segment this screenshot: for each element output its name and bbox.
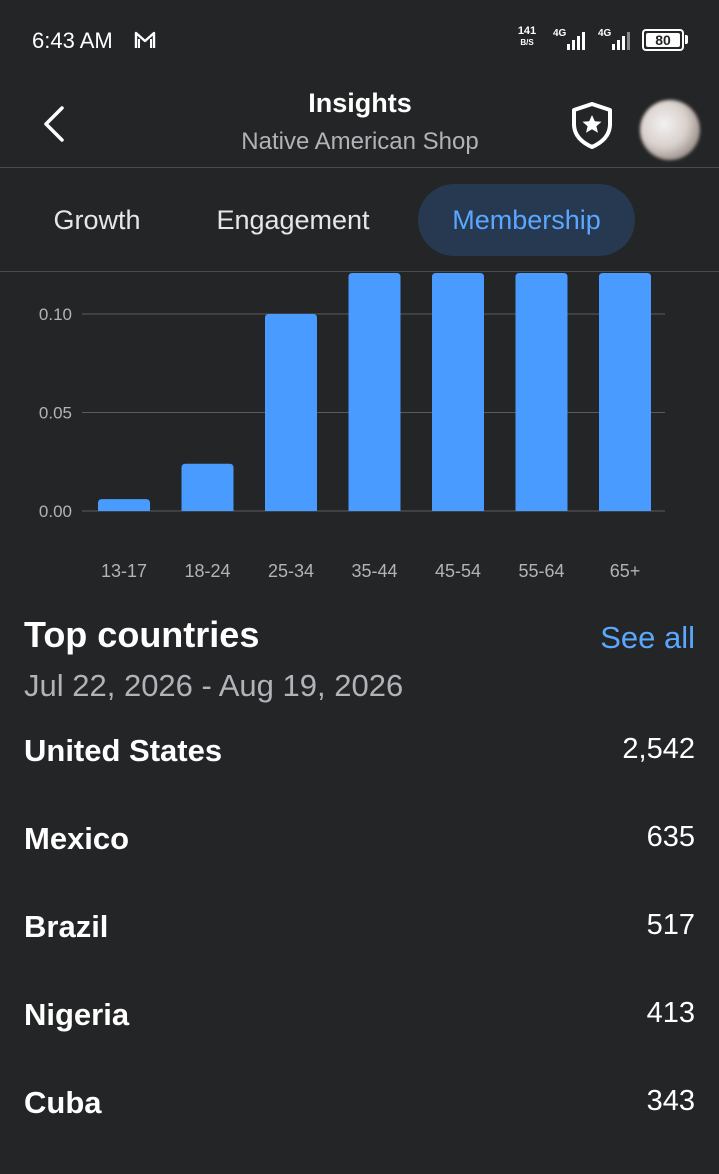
country-name: United States	[24, 733, 223, 768]
country-name: Brazil	[24, 909, 109, 944]
x-tick-label: 55-64	[518, 561, 564, 581]
network-speed-value: 141	[517, 25, 537, 37]
y-tick-label: 0.10	[39, 305, 72, 324]
x-tick-label: 45-54	[435, 561, 481, 581]
tab-membership[interactable]: Membership	[418, 184, 635, 256]
signal-icon: 4G	[553, 28, 589, 50]
status-bar: 6:43 AM 141 B/S 4G 4G 80	[0, 0, 719, 80]
signal-icon: 4G	[598, 28, 634, 50]
age-chart: 0.00 0.05 0.10 13-17 18-24 25-34 35-44 45-54 55-…	[0, 273, 719, 593]
country-value: 2,542	[622, 733, 695, 765]
country-value: 517	[646, 909, 695, 941]
battery-tip	[685, 35, 688, 44]
chart-bar	[98, 499, 150, 511]
back-icon[interactable]	[38, 104, 70, 144]
tab-bar: Growth Engagement Membership	[0, 170, 719, 272]
network-speed-unit: B/S	[520, 38, 534, 47]
chart-bar	[348, 273, 401, 511]
chart-bar	[515, 273, 568, 511]
x-tick-label: 65+	[610, 561, 641, 581]
tab-engagement[interactable]: Engagement	[190, 184, 396, 256]
list-item: United States 2,542	[0, 733, 719, 793]
list-item: Cuba 343	[0, 1085, 719, 1145]
country-name: Nigeria	[24, 997, 130, 1032]
tab-growth[interactable]: Growth	[22, 184, 172, 256]
country-name: Cuba	[24, 1085, 102, 1120]
x-tick-label: 25-34	[268, 561, 314, 581]
page-subtitle: Native American Shop	[241, 128, 479, 155]
app-header: Insights Native American Shop	[0, 80, 719, 168]
list-item: Nigeria 413	[0, 997, 719, 1057]
country-value: 343	[646, 1085, 695, 1117]
status-time: 6:43 AM	[32, 28, 113, 53]
shield-star-icon[interactable]	[568, 100, 616, 150]
list-item: Mexico 635	[0, 821, 719, 881]
chart-bar	[432, 273, 484, 511]
chart-bar	[599, 273, 651, 511]
list-item: Brazil 517	[0, 909, 719, 969]
battery-icon: 80	[642, 29, 684, 51]
see-all-link[interactable]: See all	[600, 620, 695, 656]
network-speed: 141 B/S	[514, 26, 540, 48]
country-name: Mexico	[24, 821, 130, 856]
x-tick-label: 13-17	[101, 561, 147, 581]
y-tick-label: 0.05	[39, 404, 72, 423]
bar-chart: 0.00 0.05 0.10 13-17 18-24 25-34 35-44 45-54 55-…	[39, 273, 665, 581]
section-title: Top countries	[24, 614, 260, 655]
signal-label: 4G	[553, 28, 567, 39]
chart-bar	[181, 463, 234, 511]
page-title: Insights	[308, 88, 412, 118]
date-range: Jul 22, 2026 - Aug 19, 2026	[24, 668, 404, 703]
mail-icon	[134, 31, 156, 48]
country-value: 635	[646, 821, 695, 853]
x-tick-label: 35-44	[351, 561, 397, 581]
x-tick-label: 18-24	[184, 561, 230, 581]
y-tick-label: 0.00	[39, 502, 72, 521]
battery-level: 80	[646, 33, 680, 47]
country-value: 413	[646, 997, 695, 1029]
chart-bar	[265, 314, 317, 511]
avatar[interactable]	[640, 100, 700, 160]
signal-label: 4G	[598, 28, 612, 39]
